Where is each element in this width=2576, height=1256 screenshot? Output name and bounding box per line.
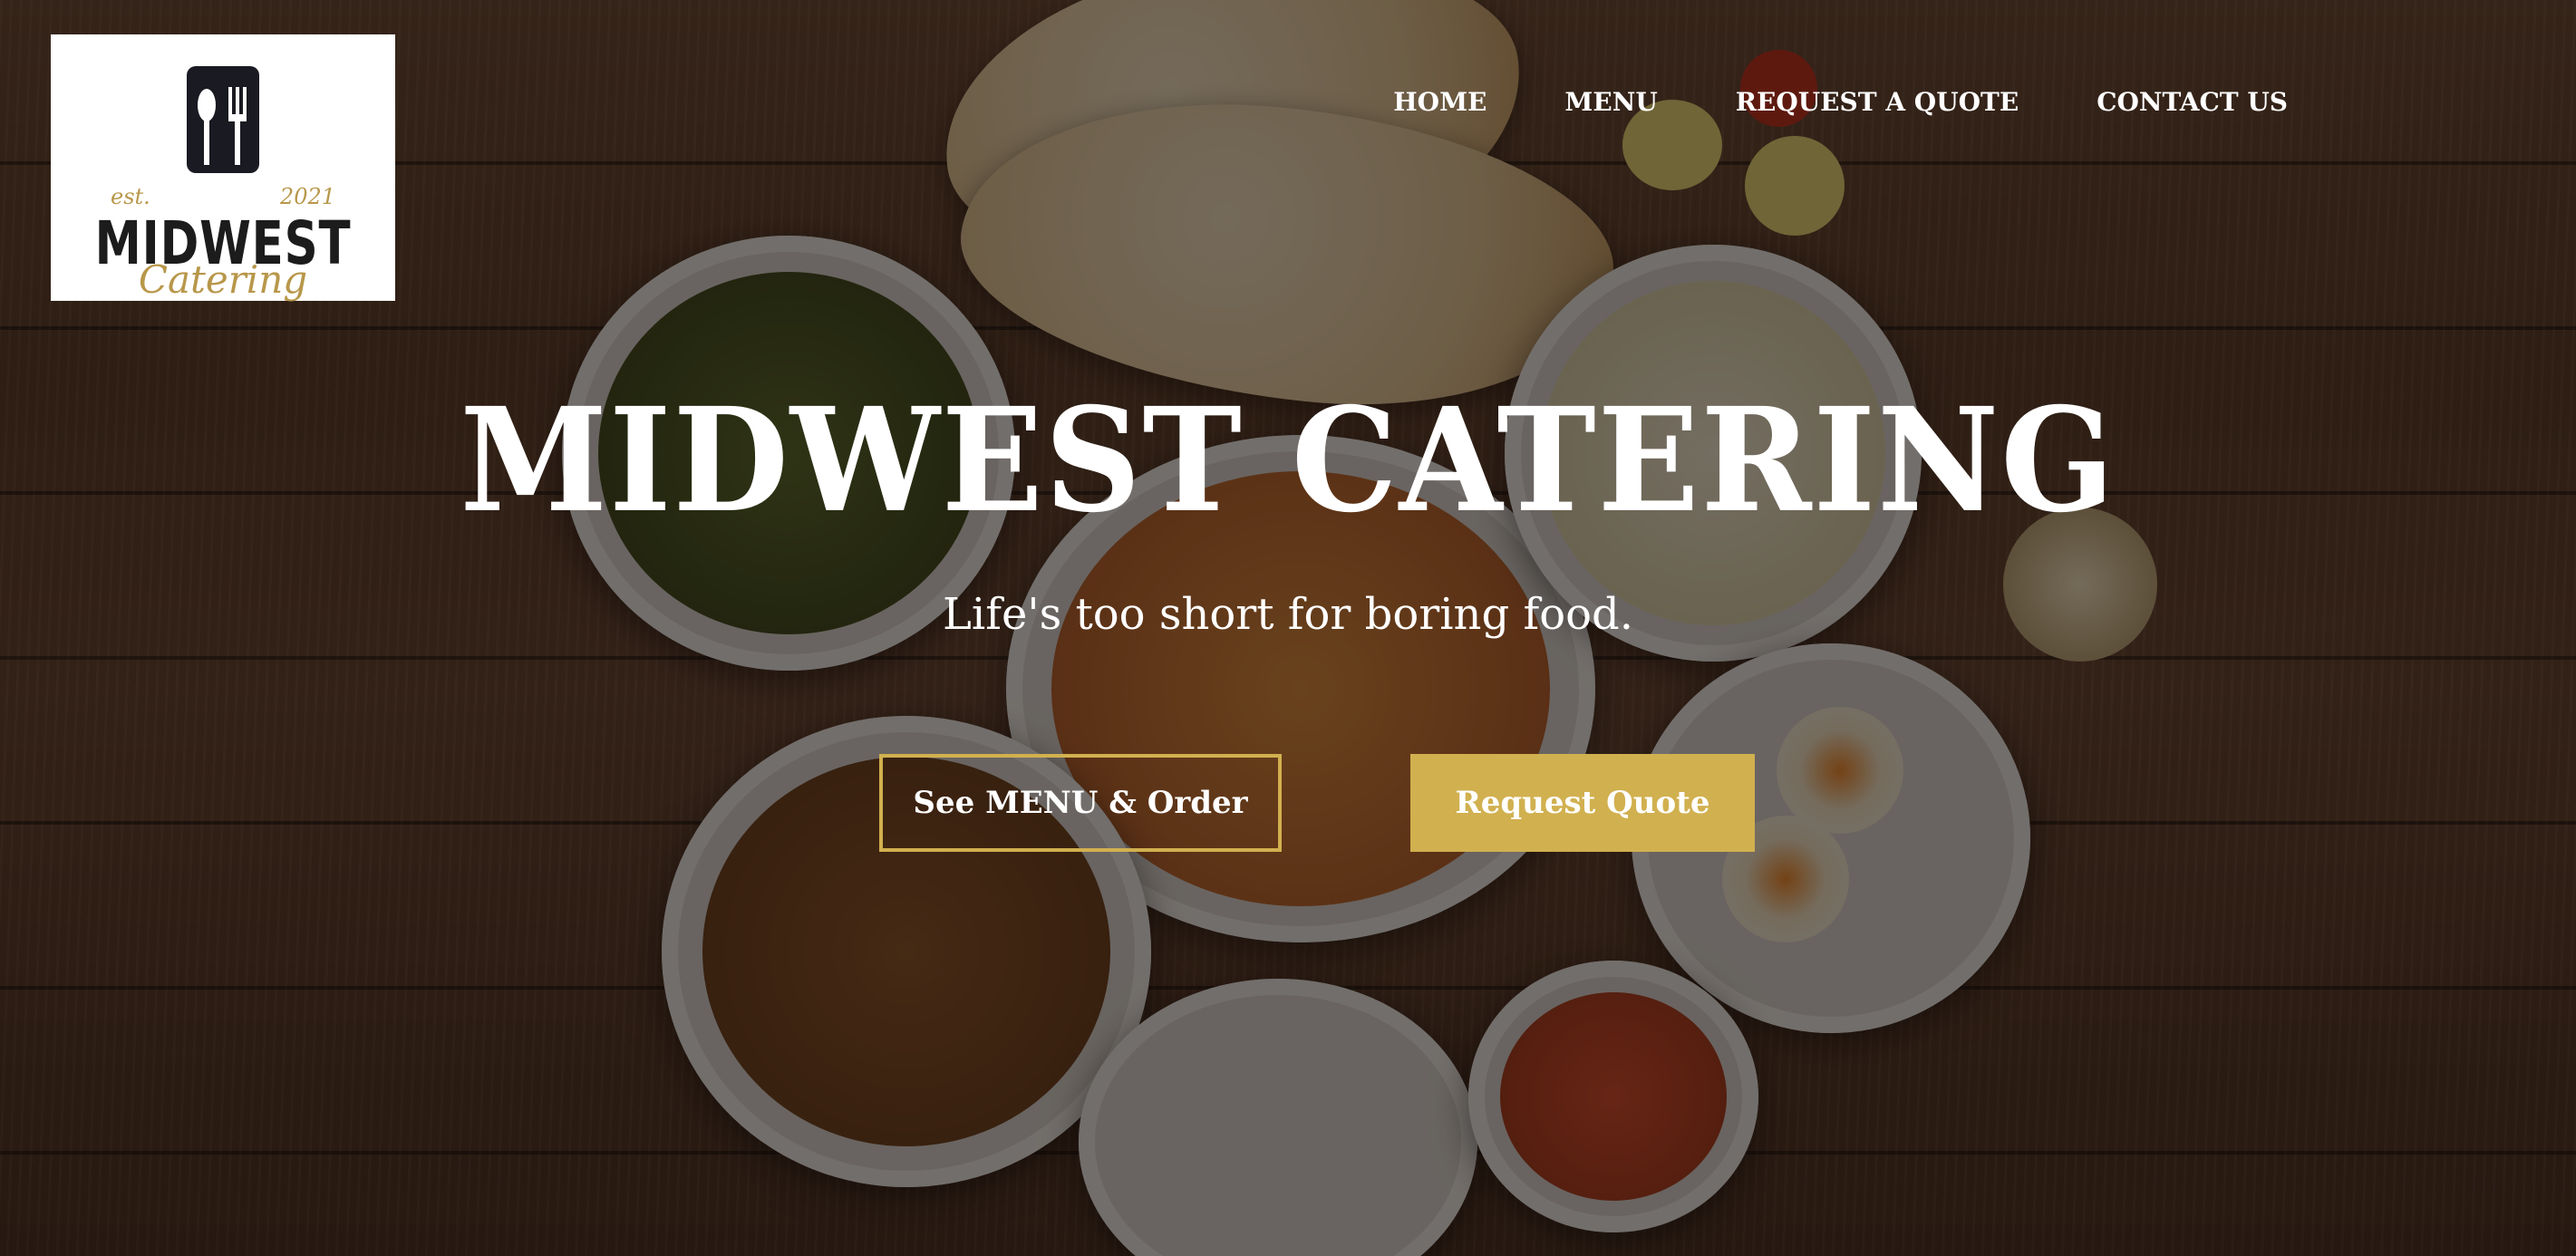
nav-request-quote-link[interactable]: REQUEST A QUOTE: [1736, 87, 2019, 117]
logo-subtitle: Catering: [138, 257, 308, 302]
logo-year-label: 2021: [279, 184, 335, 209]
nav-contact-us-link[interactable]: CONTACT US: [2097, 87, 2288, 117]
brand-logo[interactable]: est. 2021 MIDWEST Catering: [51, 34, 395, 301]
hero-title: MIDWEST CATERING: [460, 377, 2116, 545]
main-navigation: HOME MENU REQUEST A QUOTE CONTACT US: [1393, 87, 2288, 117]
request-quote-button[interactable]: Request Quote: [1410, 754, 1755, 852]
nav-home-link[interactable]: HOME: [1393, 87, 1487, 117]
see-menu-order-button[interactable]: See MENU & Order: [879, 754, 1282, 852]
hero-tagline: Life's too short for boring food.: [943, 589, 1633, 640]
logo-est-label: est.: [111, 184, 150, 209]
nav-menu-link[interactable]: MENU: [1564, 87, 1657, 117]
